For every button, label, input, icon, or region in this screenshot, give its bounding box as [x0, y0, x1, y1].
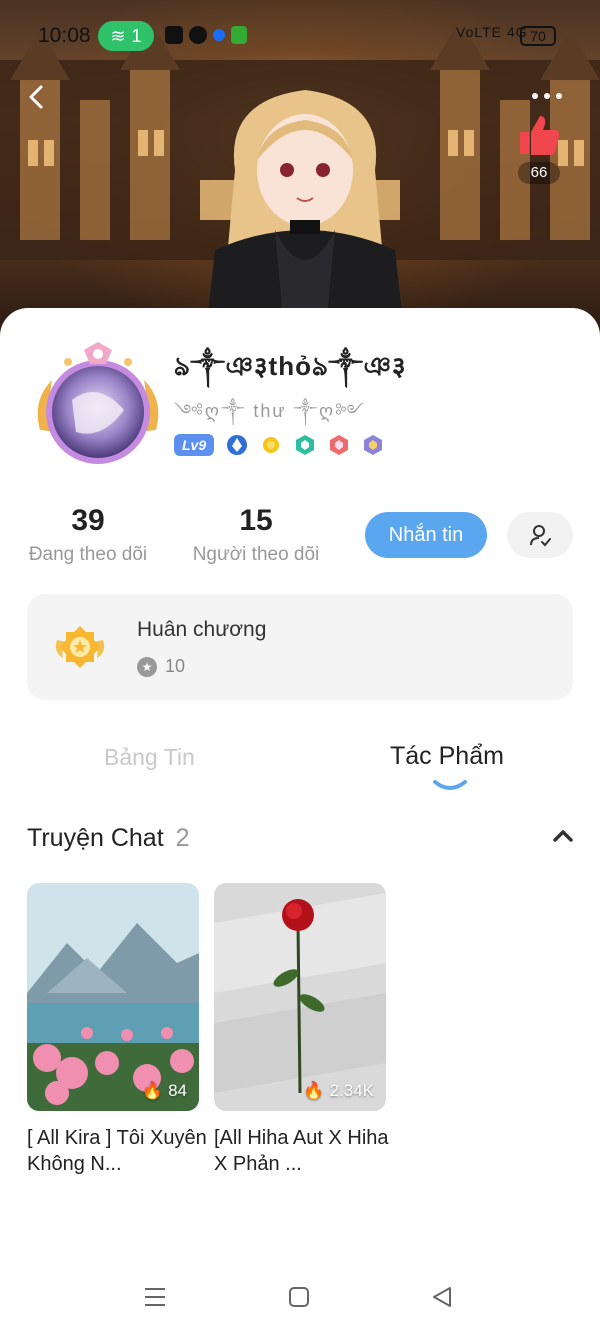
medals-title: Huân chương: [137, 618, 267, 641]
system-nav-bar: [0, 1260, 600, 1333]
wifi-count: 1: [131, 25, 142, 46]
profile-card: ঌ༒ঞ३thỏঌ༒ঞ३ ༺ღ༒ thư ༒ღ༻ Lv9 39 Đang theo…: [0, 308, 600, 1333]
wifi-hotspot-indicator: ≋ 1: [98, 21, 154, 51]
medals-card[interactable]: Huân chương ★ 10: [27, 594, 573, 700]
more-dot-icon: [556, 93, 562, 99]
landscape-thumbnail-image: [27, 883, 199, 1111]
section-header: Truyện Chat 2: [27, 824, 190, 853]
more-options-button[interactable]: [532, 88, 572, 104]
wifi-icon: ≋: [110, 25, 126, 46]
flame-icon: 🔥: [303, 1081, 325, 1100]
view-count-value: 2.34K: [329, 1081, 374, 1100]
story-card[interactable]: 🔥 84 [ All Kira ] Tôi Xuyên Không N...: [27, 883, 207, 1177]
medals-count-row: ★ 10: [137, 656, 185, 677]
tab-feed[interactable]: Bảng Tin: [104, 744, 195, 771]
level-badge[interactable]: Lv9: [174, 434, 215, 456]
flame-icon: 🔥: [141, 1081, 164, 1100]
view-count: 🔥 2.34K: [303, 1081, 374, 1101]
profile-tabs: Bảng Tin Tác Phẩm: [0, 738, 600, 798]
hexagon-badge-red-icon[interactable]: [328, 434, 350, 456]
followers-stat[interactable]: 15 Người theo dõi: [186, 504, 326, 566]
section-title: Truyện Chat: [27, 824, 164, 852]
battery-indicator: 70: [520, 26, 556, 46]
story-title: [All Hiha Aut X Hiha X Phản ...: [214, 1127, 389, 1175]
chevron-left-icon: [29, 85, 43, 109]
tab-works[interactable]: Tác Phẩm: [390, 742, 504, 771]
home-square-icon[interactable]: [288, 1286, 310, 1308]
medals-count: 10: [165, 656, 186, 676]
zalo-icon: [165, 26, 183, 44]
story-title: [ All Kira ] Tôi Xuyên Không N...: [27, 1127, 207, 1175]
following-label: Đang theo dõi: [28, 544, 148, 565]
rose-thumbnail-image: [214, 883, 386, 1111]
app-notification-icon: [231, 26, 247, 44]
coin-badge-icon[interactable]: [260, 434, 282, 456]
battery-level: 70: [530, 28, 546, 44]
star-coin-icon: ★: [137, 656, 157, 677]
view-count: 🔥 84: [142, 1081, 187, 1101]
section-count: 2: [175, 824, 190, 852]
followers-count: 15: [239, 504, 273, 537]
messenger-icon: [189, 26, 207, 44]
medal-icon: [55, 626, 105, 668]
followed-button[interactable]: [507, 512, 573, 558]
app-dot-icon: [213, 29, 225, 41]
cover-character-image: [205, 90, 405, 340]
menu-icon[interactable]: [144, 1286, 166, 1308]
back-triangle-icon[interactable]: [430, 1285, 454, 1309]
hexagon-badge-green-icon[interactable]: [294, 434, 316, 456]
view-count-value: 84: [168, 1081, 187, 1100]
diamond-badge-icon[interactable]: [226, 434, 248, 456]
more-dot-icon: [544, 93, 550, 99]
status-bar: 10:08 ≋ 1 VoLTE 4G 70: [0, 18, 600, 52]
like-count: 66: [518, 162, 560, 184]
notification-icons: [165, 26, 247, 44]
back-button[interactable]: [22, 82, 52, 112]
active-tab-indicator: [433, 780, 467, 790]
user-check-icon: [530, 525, 551, 547]
story-card[interactable]: 🔥 2.34K [All Hiha Aut X Hiha X Phản ...: [214, 883, 389, 1177]
following-stat[interactable]: 39 Đang theo dõi: [18, 504, 158, 566]
hexagon-badge-purple-icon[interactable]: [362, 434, 384, 456]
badge-list: Lv9: [174, 434, 384, 456]
story-thumbnail: 🔥 2.34K: [214, 883, 386, 1111]
thumbs-up-icon[interactable]: [514, 110, 564, 160]
avatar[interactable]: [32, 340, 164, 472]
profile-cover: 10:08 ≋ 1 VoLTE 4G 70 66: [0, 0, 600, 340]
followers-label: Người theo dõi: [192, 544, 320, 565]
story-thumbnail: 🔥 84: [27, 883, 199, 1111]
more-dot-icon: [532, 93, 538, 99]
status-time: 10:08: [38, 24, 91, 47]
signal-indicator: VoLTE 4G: [456, 24, 528, 40]
chevron-up-icon[interactable]: [552, 828, 574, 844]
message-button[interactable]: Nhắn tin: [365, 512, 487, 558]
following-count: 39: [71, 504, 105, 537]
